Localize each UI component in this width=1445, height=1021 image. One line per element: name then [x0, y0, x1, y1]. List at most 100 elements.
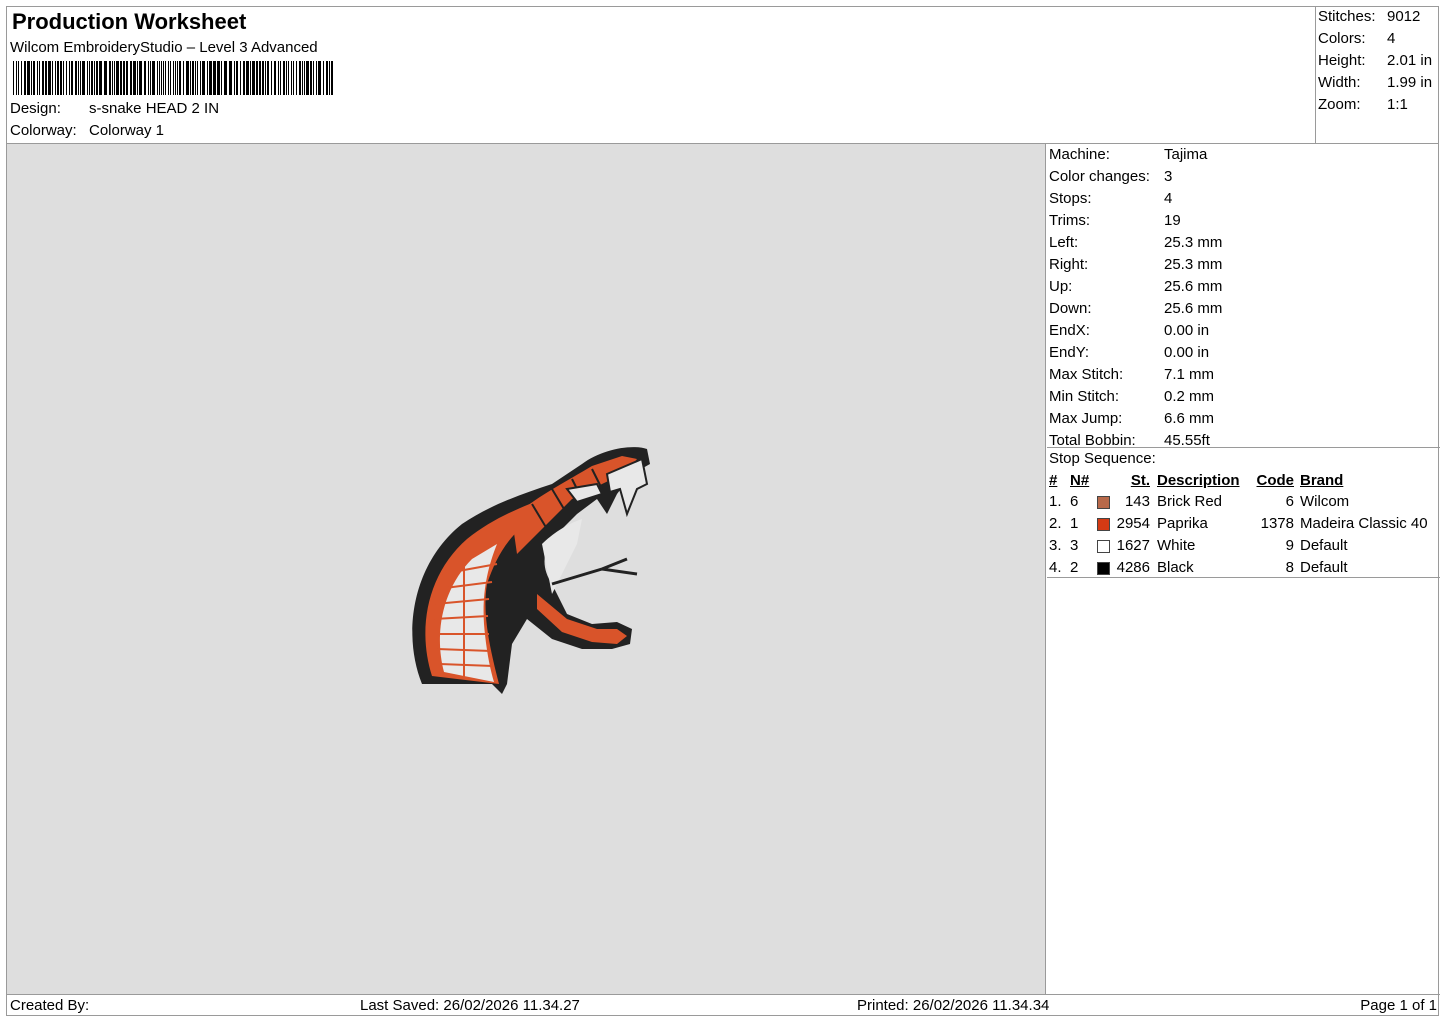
info-label: Stops:: [1049, 190, 1092, 207]
info-row: Max Jump: 6.6 mm: [1049, 410, 1214, 427]
colorway-value: Colorway 1: [89, 122, 165, 139]
info-label: Machine:: [1049, 146, 1110, 163]
barcode-bar: [60, 61, 62, 95]
stop-sequence: Stop Sequence: # N# St. Description Code…: [1047, 447, 1440, 578]
worksheet-header: Production Worksheet Wilcom EmbroiderySt…: [7, 7, 1316, 144]
row-needle: 3: [1070, 537, 1079, 554]
info-row: Machine: Tajima: [1049, 146, 1207, 163]
barcode-bar: [243, 61, 245, 95]
barcode-bar: [256, 61, 258, 95]
stop-sequence-heading: Stop Sequence:: [1049, 450, 1156, 467]
info-label: Down:: [1049, 300, 1092, 317]
row-stitches: 4286: [1116, 559, 1150, 576]
barcode-bar: [130, 61, 132, 95]
info-label: Trims:: [1049, 212, 1091, 229]
barcode-bar: [195, 61, 196, 95]
info-label: Max Stitch:: [1049, 366, 1124, 383]
barcode-bar: [148, 61, 149, 95]
info-label: EndY:: [1049, 344, 1090, 361]
row-description: Black: [1157, 559, 1194, 576]
barcode-bar: [39, 61, 40, 95]
table-row: 4. 2 4286 Black 8 Default: [1047, 559, 1440, 581]
barcode-bar: [267, 61, 269, 95]
printed-date: Printed: 26/02/2026 11.34.34: [857, 997, 1050, 1014]
row-brand: Wilcom: [1300, 493, 1350, 510]
barcode-bar: [283, 61, 285, 95]
barcode-bar: [224, 61, 227, 95]
barcode-bar: [213, 61, 216, 95]
barcode-bar: [329, 61, 330, 95]
barcode-bar: [55, 61, 56, 95]
info-label: Left:: [1049, 234, 1079, 251]
stat-row: Height: 2.01 in: [1318, 52, 1432, 69]
info-row: EndX: 0.00 in: [1049, 322, 1209, 339]
barcode-bar: [291, 61, 292, 95]
info-value: 0.00 in: [1164, 344, 1210, 361]
stat-label: Height:: [1318, 52, 1366, 69]
stat-label: Zoom:: [1318, 96, 1361, 113]
stat-row: Width: 1.99 in: [1318, 74, 1432, 91]
barcode-bar: [116, 61, 119, 95]
barcode-bar: [123, 61, 125, 95]
barcode-bar: [69, 61, 70, 95]
info-value: 0.00 in: [1164, 322, 1210, 339]
info-value: 25.3 mm: [1164, 234, 1223, 251]
info-value: 7.1 mm: [1164, 366, 1215, 383]
barcode-bar: [192, 61, 194, 95]
info-label: Right:: [1049, 256, 1089, 273]
barcode-bar: [186, 61, 189, 95]
row-brand: Madeira Classic 40: [1300, 515, 1428, 532]
barcode-bar: [173, 61, 174, 95]
design-label: Design:: [10, 100, 61, 117]
info-row: Max Stitch: 7.1 mm: [1049, 366, 1214, 383]
barcode-bar: [87, 61, 88, 95]
info-label: Color changes:: [1049, 168, 1150, 185]
color-swatch: [1097, 518, 1110, 531]
worksheet-footer: Created By: Last Saved: 26/02/2026 11.34…: [7, 994, 1440, 1016]
info-row: Min Stitch: 0.2 mm: [1049, 388, 1214, 405]
page-number: Page 1 of 1: [1360, 997, 1437, 1014]
info-value: 19: [1164, 212, 1181, 229]
barcode-bar: [16, 61, 17, 95]
barcode-bar: [302, 61, 303, 95]
col-stitches: St.: [1130, 472, 1150, 489]
created-by: Created By:: [10, 997, 90, 1014]
info-row: EndY: 0.00 in: [1049, 344, 1209, 361]
barcode-bar: [91, 61, 93, 95]
row-num: 3.: [1049, 537, 1062, 554]
barcode-bar: [286, 61, 287, 95]
colorway-row: Colorway: Colorway 1: [10, 122, 164, 139]
info-value: 6.6 mm: [1164, 410, 1215, 427]
row-stitches: 143: [1124, 493, 1150, 510]
barcode-bar: [296, 61, 297, 95]
barcode-bar: [259, 61, 261, 95]
table-row: 1. 6 143 Brick Red 6 Wilcom: [1047, 493, 1440, 515]
barcode-bar: [52, 61, 53, 95]
barcode-bar: [139, 61, 142, 95]
barcode-bar: [306, 61, 309, 95]
barcode-bar: [299, 61, 301, 95]
color-swatch: [1097, 562, 1110, 575]
barcode-bar: [293, 61, 294, 95]
col-needle: N#: [1070, 472, 1090, 489]
table-row: 2. 1 2954 Paprika 1378 Madeira Classic 4…: [1047, 515, 1440, 537]
barcode-bar: [45, 61, 47, 95]
stat-value: 1:1: [1387, 96, 1408, 113]
info-value: 3: [1164, 168, 1173, 185]
info-row: Up: 25.6 mm: [1049, 278, 1222, 295]
design-preview: [7, 144, 1046, 994]
stat-label: Colors:: [1318, 30, 1366, 47]
barcode-bar: [197, 61, 198, 95]
barcode-bar: [99, 61, 102, 95]
barcode-bar: [159, 61, 160, 95]
barcode-bar: [168, 61, 169, 95]
info-value: 25.3 mm: [1164, 256, 1223, 273]
barcode-bar: [109, 61, 111, 95]
info-row: Left: 25.3 mm: [1049, 234, 1222, 251]
info-label: Up:: [1049, 278, 1073, 295]
barcode-bar: [37, 61, 38, 95]
barcode-bar: [152, 61, 155, 95]
barcode-bar: [252, 61, 255, 95]
info-value: 0.2 mm: [1164, 388, 1215, 405]
barcode-bar: [161, 61, 162, 95]
